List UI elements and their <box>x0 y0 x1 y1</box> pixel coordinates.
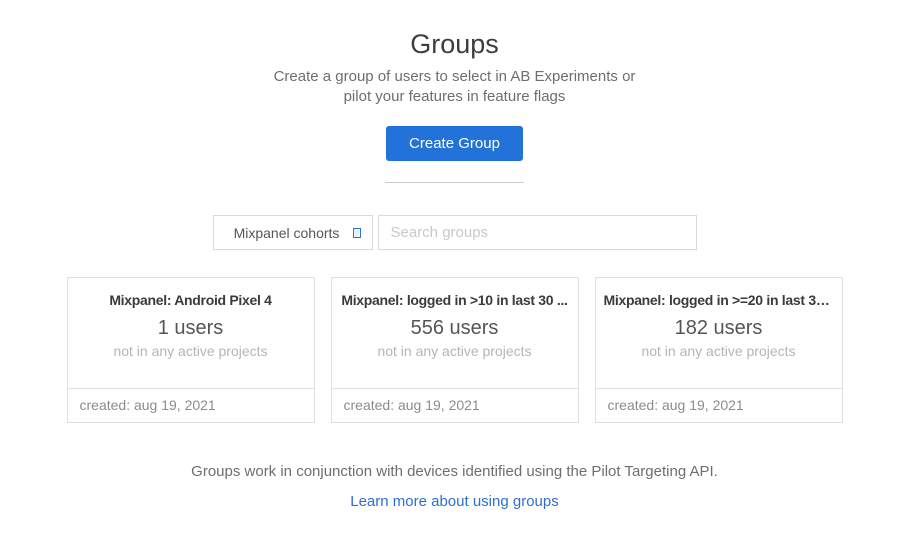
cohort-source-dropdown[interactable]: Mixpanel cohorts <box>213 215 373 250</box>
group-title: Mixpanel: Android Pixel 4 <box>76 292 306 308</box>
header-divider <box>385 182 524 183</box>
group-title: Mixpanel: logged in >=20 in last 30... <box>604 292 834 308</box>
create-group-button[interactable]: Create Group <box>386 126 523 161</box>
group-title: Mixpanel: logged in >10 in last 30 ... <box>340 292 570 308</box>
group-project-status: not in any active projects <box>604 343 834 359</box>
dropdown-indicator-icon <box>353 228 361 238</box>
group-card[interactable]: Mixpanel: Android Pixel 4 1 users not in… <box>67 277 315 423</box>
learn-more-link[interactable]: Learn more about using groups <box>0 493 909 510</box>
page-subtitle: Create a group of users to select in AB … <box>0 67 909 107</box>
groups-info-text: Groups work in conjunction with devices … <box>0 463 909 480</box>
search-groups-input[interactable] <box>378 215 697 250</box>
cohort-source-dropdown-value: Mixpanel cohorts <box>234 225 352 241</box>
group-card-body: Mixpanel: logged in >=20 in last 30... 1… <box>596 278 842 388</box>
group-created-date: created: aug 19, 2021 <box>68 388 314 422</box>
group-card-body: Mixpanel: Android Pixel 4 1 users not in… <box>68 278 314 388</box>
page-subtitle-line2: pilot your features in feature flags <box>0 87 909 107</box>
group-user-count: 182 users <box>604 317 834 340</box>
group-card-list: Mixpanel: Android Pixel 4 1 users not in… <box>0 277 909 423</box>
groups-page: Groups Create a group of users to select… <box>0 0 909 558</box>
group-user-count: 1 users <box>76 317 306 340</box>
page-title: Groups <box>0 0 909 60</box>
group-created-date: created: aug 19, 2021 <box>332 388 578 422</box>
page-subtitle-line1: Create a group of users to select in AB … <box>0 67 909 87</box>
group-project-status: not in any active projects <box>76 343 306 359</box>
filter-controls: Mixpanel cohorts <box>0 215 909 250</box>
group-user-count: 556 users <box>340 317 570 340</box>
group-project-status: not in any active projects <box>340 343 570 359</box>
group-card-body: Mixpanel: logged in >10 in last 30 ... 5… <box>332 278 578 388</box>
group-created-date: created: aug 19, 2021 <box>596 388 842 422</box>
group-card[interactable]: Mixpanel: logged in >=20 in last 30... 1… <box>595 277 843 423</box>
group-card[interactable]: Mixpanel: logged in >10 in last 30 ... 5… <box>331 277 579 423</box>
